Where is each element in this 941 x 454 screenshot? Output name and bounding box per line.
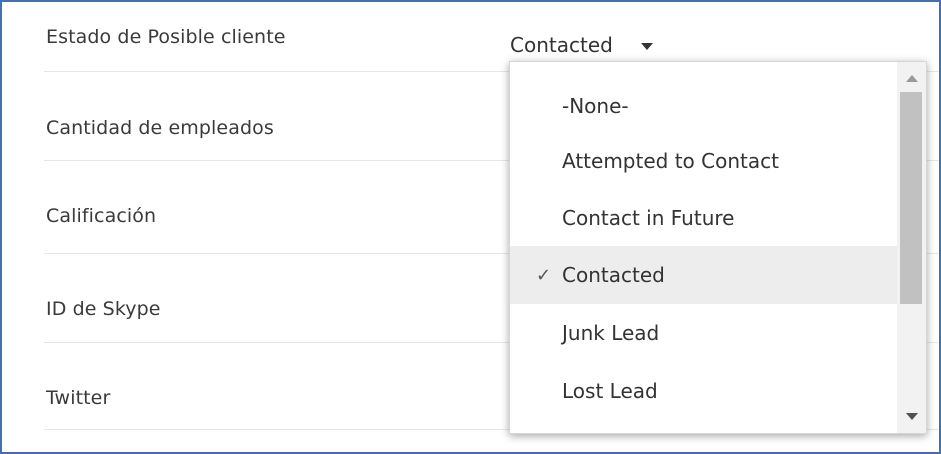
dropdown-option-label: Contacted [562,263,665,287]
dropdown-option-label: -None- [562,94,629,118]
scroll-down-arrow-icon[interactable] [906,413,918,420]
field-label-twitter: Twitter [46,387,111,409]
field-label-lead-status: Estado de Posible cliente [46,26,286,48]
dropdown-option-label: Junk Lead [562,321,660,345]
dropdown-option-none[interactable]: -None- [510,77,897,135]
dropdown-option-lost-lead[interactable]: Lost Lead [510,362,897,420]
dropdown-option-label: Contact in Future [562,206,735,230]
dropdown-option-label: Lost Lead [562,379,658,403]
field-label-employees: Cantidad de empleados [46,117,274,139]
lead-status-select[interactable]: Contacted [510,30,653,60]
lead-status-dropdown: -None- Attempted to Contact Contact in F… [509,61,927,434]
form-panel: Estado de Posible cliente Cantidad de em… [0,0,941,454]
caret-down-icon [640,42,653,50]
checkmark-icon: ✓ [536,264,552,286]
dropdown-option-contacted[interactable]: ✓ Contacted [510,246,897,304]
dropdown-option-label: Attempted to Contact [562,149,779,173]
scrollbar-thumb[interactable] [900,92,922,304]
dropdown-option-attempted-to-contact[interactable]: Attempted to Contact [510,132,897,190]
dropdown-option-contact-in-future[interactable]: Contact in Future [510,189,897,247]
dropdown-scrollbar[interactable] [897,62,926,433]
dropdown-option-junk-lead[interactable]: Junk Lead [510,304,897,362]
field-label-skype-id: ID de Skype [46,298,161,320]
scroll-up-arrow-icon[interactable] [906,75,918,82]
lead-status-select-value: Contacted [510,33,613,57]
field-label-rating: Calificación [46,205,157,227]
